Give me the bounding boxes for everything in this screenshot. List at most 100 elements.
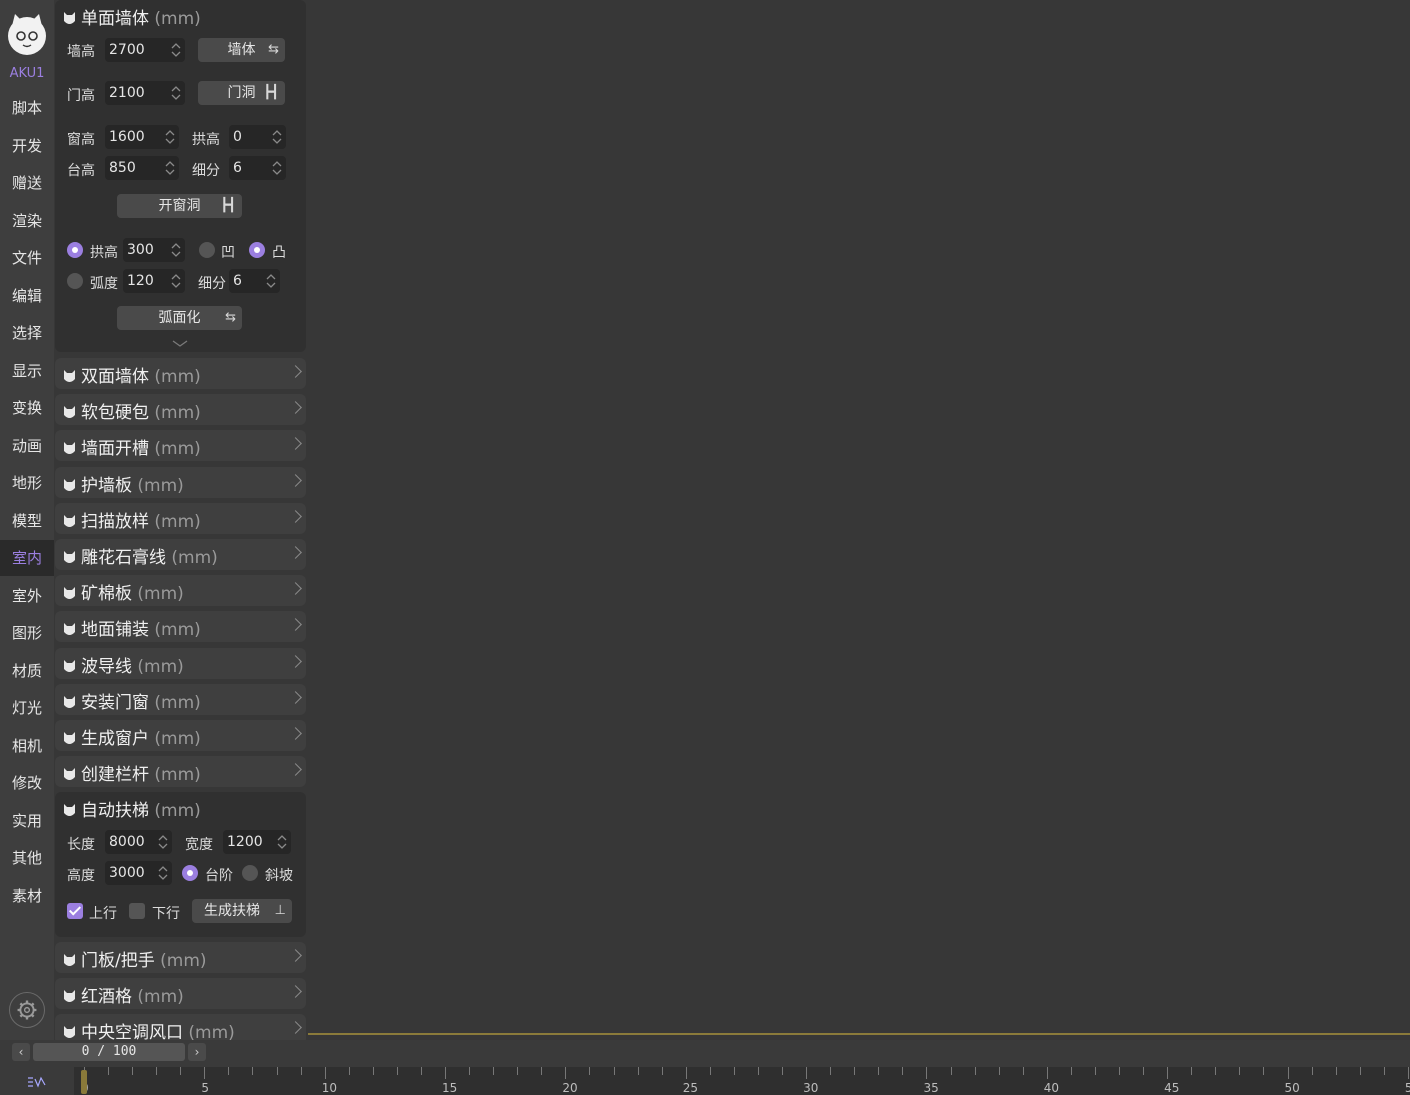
collapsed-panel-header[interactable]: 生成窗户 (mm) — [55, 720, 306, 751]
track-ruler[interactable]: 0510152025303540455055 — [0, 1067, 1410, 1095]
arc-radio[interactable] — [67, 273, 83, 289]
spinner-icon[interactable] — [272, 159, 282, 177]
spinner-icon[interactable] — [266, 272, 276, 290]
sidebar-item[interactable]: 灯光 — [0, 690, 54, 726]
panel-title[interactable]: 自动扶梯 (mm) — [63, 796, 201, 821]
step-radio[interactable] — [182, 865, 198, 881]
ruler-tick — [156, 1067, 158, 1075]
arch-radio-input[interactable]: 300 — [123, 238, 185, 262]
spinner-icon[interactable] — [158, 833, 168, 851]
collapsed-panel-header[interactable]: 创建栏杆 (mm) — [55, 756, 306, 788]
collapse-chevron-icon[interactable] — [172, 340, 188, 348]
collapsed-panel-header[interactable]: 红酒格 (mm) — [55, 978, 306, 1010]
sidebar-item[interactable]: 变换 — [0, 390, 54, 426]
panel-title: 地面铺装 (mm) — [63, 615, 201, 640]
arc-subdiv-input[interactable]: 6 — [229, 269, 280, 293]
sidebar-item[interactable]: 脚本 — [0, 90, 54, 126]
wall-button[interactable]: 墙体 ⇆ — [198, 38, 285, 62]
collapsed-panel-header[interactable]: 门板/把手 (mm) — [55, 942, 306, 973]
sidebar-item[interactable]: 图形 — [0, 615, 54, 651]
ruler-tick — [685, 1067, 687, 1079]
sidebar-item[interactable]: 选择 — [0, 315, 54, 351]
panel-title[interactable]: 单面墙体 (mm) — [63, 4, 201, 29]
arch-height-input[interactable]: 0 — [229, 125, 286, 149]
sidebar-item[interactable]: 其他 — [0, 840, 54, 876]
next-frame-button[interactable]: › — [188, 1043, 206, 1061]
time-cursor[interactable] — [81, 1070, 87, 1094]
collapsed-panel-header[interactable]: 软包硬包 (mm) — [55, 394, 306, 426]
panel-title: 护墙板 (mm) — [63, 471, 184, 496]
concave-radio[interactable] — [199, 242, 215, 258]
sill-height-input[interactable]: 850 — [105, 156, 179, 180]
sidebar-item[interactable]: 模型 — [0, 503, 54, 539]
panel-title: 创建栏杆 (mm) — [63, 760, 201, 785]
sidebar-item[interactable]: 修改 — [0, 765, 54, 801]
chevron-right-icon — [289, 1021, 302, 1035]
sidebar-item[interactable]: 实用 — [0, 803, 54, 839]
spinner-icon[interactable] — [165, 128, 175, 146]
spinner-icon[interactable] — [165, 159, 175, 177]
length-input[interactable]: 8000 — [105, 830, 172, 854]
up-checkbox[interactable] — [67, 903, 83, 919]
wall-height-input[interactable]: 2700 — [105, 38, 185, 62]
spinner-icon[interactable] — [171, 241, 181, 259]
sidebar-item[interactable]: 动画 — [0, 428, 54, 464]
collapsed-panel-header[interactable]: 护墙板 (mm) — [55, 466, 306, 498]
sidebar-item[interactable]: 室外 — [0, 578, 54, 614]
window-height-input[interactable]: 1600 — [105, 125, 179, 149]
sidebar-item[interactable]: 编辑 — [0, 278, 54, 314]
sidebar-item[interactable]: 渲染 — [0, 203, 54, 239]
arch-radio[interactable] — [67, 242, 83, 258]
ruler-tick — [1359, 1067, 1361, 1075]
generate-stairs-button[interactable]: 生成扶梯 ⊥ — [192, 899, 292, 923]
cat-icon — [64, 587, 75, 600]
collapsed-panel-header[interactable]: 中央空调风口 (mm) — [55, 1014, 306, 1040]
collapsed-panel-header[interactable]: 波导线 (mm) — [55, 647, 306, 679]
door-height-input[interactable]: 2100 — [105, 81, 185, 105]
settings-gear-icon[interactable] — [9, 992, 45, 1028]
collapsed-panel-header[interactable]: 双面墙体 (mm) — [55, 358, 306, 389]
spinner-icon[interactable] — [171, 272, 181, 290]
ruler-tick — [493, 1067, 495, 1075]
sidebar-item[interactable]: 材质 — [0, 653, 54, 689]
collapsed-panel-header[interactable]: 地面铺装 (mm) — [55, 611, 306, 643]
slope-radio[interactable] — [242, 865, 258, 881]
collapsed-panel-header[interactable]: 墙面开槽 (mm) — [55, 430, 306, 462]
curve-editor-toggle[interactable] — [0, 1067, 74, 1095]
collapsed-panel-header[interactable]: 扫描放样 (mm) — [55, 502, 306, 534]
sidebar-item[interactable]: 地形 — [0, 465, 54, 501]
panel-title: 安装门窗 (mm) — [63, 688, 201, 713]
door-opening-button[interactable]: 门洞 ┣┫ — [198, 81, 285, 105]
curve-button[interactable]: 弧面化 ⇆ — [117, 306, 242, 330]
ruler-tick — [1311, 1067, 1313, 1075]
spinner-icon[interactable] — [272, 128, 282, 146]
ruler-tick — [132, 1067, 134, 1075]
open-window-button[interactable]: 开窗洞 ┣┫ — [117, 194, 242, 218]
time-slider[interactable]: 0 / 100 — [33, 1043, 185, 1061]
sidebar-item[interactable]: 开发 — [0, 128, 54, 164]
spinner-icon[interactable] — [277, 833, 287, 851]
slope-label: 斜坡 — [265, 868, 293, 884]
collapsed-panel-header[interactable]: 安装门窗 (mm) — [55, 683, 306, 715]
ruler-tick — [974, 1067, 976, 1075]
sidebar-item[interactable]: 室内 — [0, 540, 54, 576]
sidebar-item[interactable]: 文件 — [0, 240, 54, 276]
sidebar-item[interactable]: 相机 — [0, 728, 54, 764]
cat-logo-icon[interactable] — [7, 12, 47, 56]
collapsed-panel-header[interactable]: 矿棉板 (mm) — [55, 575, 306, 607]
height-input[interactable]: 3000 — [105, 861, 172, 885]
spinner-icon[interactable] — [171, 84, 181, 102]
arc-radio-input[interactable]: 120 — [123, 269, 185, 293]
sidebar-item[interactable]: 素材 — [0, 878, 54, 914]
sidebar-item[interactable]: 赠送 — [0, 165, 54, 201]
prev-frame-button[interactable]: ‹ — [12, 1043, 30, 1061]
spinner-icon[interactable] — [171, 41, 181, 59]
spinner-icon[interactable] — [158, 864, 168, 882]
down-checkbox[interactable] — [129, 903, 145, 919]
collapsed-panel-header[interactable]: 雕花石膏线 (mm) — [55, 539, 306, 570]
width-input[interactable]: 1200 — [223, 830, 291, 854]
subdiv-input[interactable]: 6 — [229, 156, 286, 180]
convex-radio[interactable] — [249, 242, 265, 258]
ruler-tick — [1167, 1067, 1169, 1079]
sidebar-item[interactable]: 显示 — [0, 353, 54, 389]
